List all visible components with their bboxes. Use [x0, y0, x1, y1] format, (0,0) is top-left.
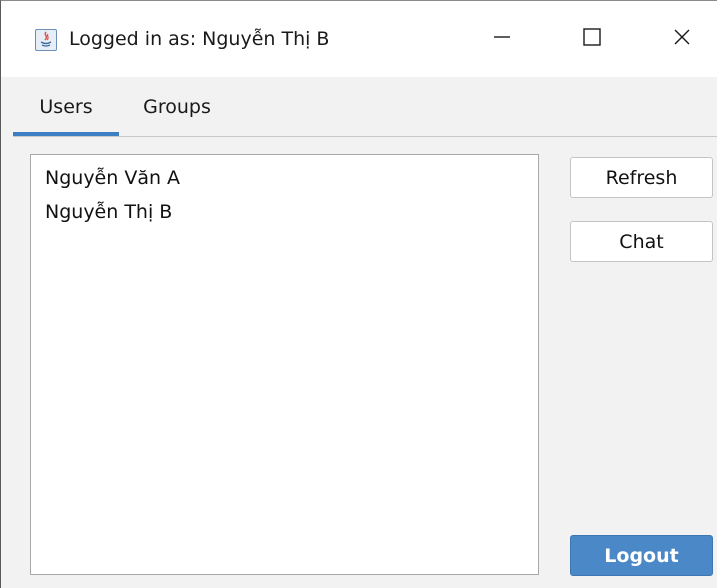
- refresh-button[interactable]: Refresh: [570, 157, 713, 198]
- minimize-icon: [492, 27, 512, 51]
- tab-divider: [13, 136, 717, 137]
- tab-groups[interactable]: Groups: [119, 77, 235, 137]
- tab-users-label: Users: [39, 96, 93, 118]
- tab-groups-label: Groups: [143, 96, 211, 118]
- maximize-icon: [582, 27, 602, 51]
- selected-tab-indicator: [13, 132, 119, 136]
- minimize-button[interactable]: [457, 1, 547, 77]
- logout-button[interactable]: Logout: [570, 535, 713, 576]
- tab-users[interactable]: Users: [13, 77, 119, 137]
- app-window: Logged in as: Nguyễn Thị B Users Groups …: [0, 0, 717, 588]
- title-bar[interactable]: Logged in as: Nguyễn Thị B: [1, 1, 717, 77]
- maximize-button[interactable]: [547, 1, 637, 77]
- list-item[interactable]: Nguyễn Văn A: [45, 167, 180, 189]
- tab-bar: Users Groups: [13, 77, 717, 137]
- chat-button[interactable]: Chat: [570, 221, 713, 262]
- user-list[interactable]: Nguyễn Văn A Nguyễn Thị B: [30, 154, 539, 575]
- list-item[interactable]: Nguyễn Thị B: [45, 201, 172, 223]
- close-icon: [672, 27, 692, 51]
- window-title: Logged in as: Nguyễn Thị B: [69, 28, 330, 50]
- java-icon: [35, 29, 57, 51]
- close-button[interactable]: [637, 1, 717, 77]
